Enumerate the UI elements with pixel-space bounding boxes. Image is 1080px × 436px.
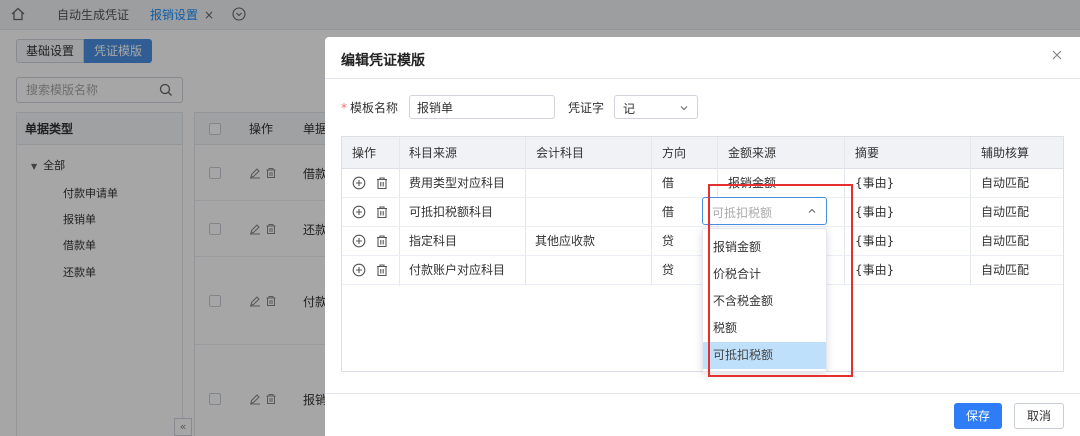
column-header-op: 操作 <box>352 146 377 160</box>
option-total-with-tax[interactable]: 价税合计 <box>703 261 826 288</box>
column-header-summary: 摘要 <box>855 146 880 160</box>
template-name-input[interactable] <box>409 95 555 119</box>
cell-source: 费用类型对应科目 <box>409 176 506 190</box>
delete-icon[interactable] <box>375 234 389 248</box>
cell-aux: 自动匹配 <box>981 205 1030 219</box>
amount-source-dropdown: 报销金额 价税合计 不含税金额 税额 可抵扣税额 <box>702 228 827 372</box>
amount-source-select[interactable]: 可抵扣税额 <box>702 197 827 225</box>
dialog-header-divider <box>325 78 1080 79</box>
required-mark: * <box>341 101 347 115</box>
column-header-aux: 辅助核算 <box>981 146 1030 160</box>
cell-source: 指定科目 <box>409 234 458 248</box>
delete-icon[interactable] <box>375 176 389 190</box>
table-header: 操作 科目来源 会计科目 方向 金额来源 摘要 辅助核算 <box>342 137 1063 169</box>
cell-amount-source[interactable]: 报销金额 <box>718 169 776 197</box>
column-header-direction: 方向 <box>662 146 687 160</box>
cell-account[interactable]: 其他应收款 <box>525 227 595 255</box>
cell-direction: 贷 <box>662 234 675 248</box>
template-name-label-text: 模板名称 <box>350 101 399 115</box>
cell-summary[interactable]: {事由} <box>845 227 894 255</box>
option-tax-amount[interactable]: 税额 <box>703 315 826 342</box>
option-amount-excl-tax[interactable]: 不含税金额 <box>703 288 826 315</box>
cell-source: 付款账户对应科目 <box>409 263 506 277</box>
cell-aux: 自动匹配 <box>981 263 1030 277</box>
cell-aux: 自动匹配 <box>981 176 1030 190</box>
add-circle-icon[interactable] <box>352 205 366 219</box>
save-button[interactable]: 保存 <box>954 403 1002 429</box>
template-name-label: * 模板名称 <box>341 99 398 116</box>
voucher-word-value: 记 <box>623 102 636 116</box>
option-reimbursement-amount[interactable]: 报销金额 <box>703 234 826 261</box>
delete-icon[interactable] <box>375 263 389 277</box>
chevron-down-icon <box>680 106 688 111</box>
dialog-title: 编辑凭证模版 <box>341 53 425 69</box>
cell-summary[interactable]: {事由} <box>845 256 894 284</box>
amount-source-placeholder: 可抵扣税额 <box>712 206 773 220</box>
column-header-account: 会计科目 <box>536 146 585 160</box>
column-header-amount-source: 金额来源 <box>728 146 777 160</box>
cell-account[interactable] <box>525 198 535 226</box>
cell-source: 可抵扣税额科目 <box>409 205 494 219</box>
cell-summary[interactable]: {事由} <box>845 198 894 226</box>
cell-direction: 借 <box>662 176 675 190</box>
cell-aux: 自动匹配 <box>981 234 1030 248</box>
cell-direction: 贷 <box>662 263 675 277</box>
cancel-button[interactable]: 取消 <box>1014 403 1064 429</box>
dialog-footer-divider <box>325 393 1080 394</box>
option-deductible-tax[interactable]: 可抵扣税额 <box>703 342 826 369</box>
chevron-up-icon <box>808 208 816 213</box>
cell-account[interactable] <box>525 169 535 197</box>
delete-icon[interactable] <box>375 205 389 219</box>
close-icon[interactable] <box>1050 48 1064 62</box>
cell-direction: 借 <box>662 205 675 219</box>
cell-summary[interactable]: {事由} <box>845 169 894 197</box>
table-row: 费用类型对应科目 借 报销金额 {事由} 自动匹配 <box>342 169 1063 198</box>
add-circle-icon[interactable] <box>352 176 366 190</box>
add-circle-icon[interactable] <box>352 234 366 248</box>
column-header-source: 科目来源 <box>409 146 458 160</box>
cell-account[interactable] <box>525 256 535 284</box>
voucher-word-select[interactable]: 记 <box>614 95 698 119</box>
voucher-word-label: 凭证字 <box>568 101 605 115</box>
add-circle-icon[interactable] <box>352 263 366 277</box>
edit-voucher-template-dialog: 编辑凭证模版 *模板名称 凭证字 记 操作 科目来源 会计科目 方向 金额来源 … <box>325 37 1080 436</box>
